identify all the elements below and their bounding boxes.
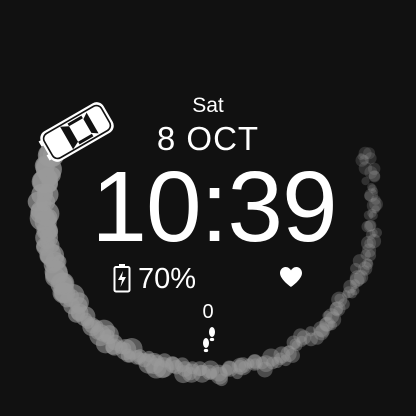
steps-count: 0 (202, 301, 214, 323)
footprints-icon (203, 327, 215, 353)
watch-face: Sat 8 OCT 10:39 70% 0 (0, 0, 416, 416)
trail-puff (219, 364, 233, 377)
battery-percentage: 70% (138, 263, 197, 295)
heart-icon (280, 267, 302, 287)
time-display: 10:39 (91, 151, 337, 263)
day-of-week: Sat (192, 94, 224, 117)
battery-charging-icon (113, 264, 131, 293)
